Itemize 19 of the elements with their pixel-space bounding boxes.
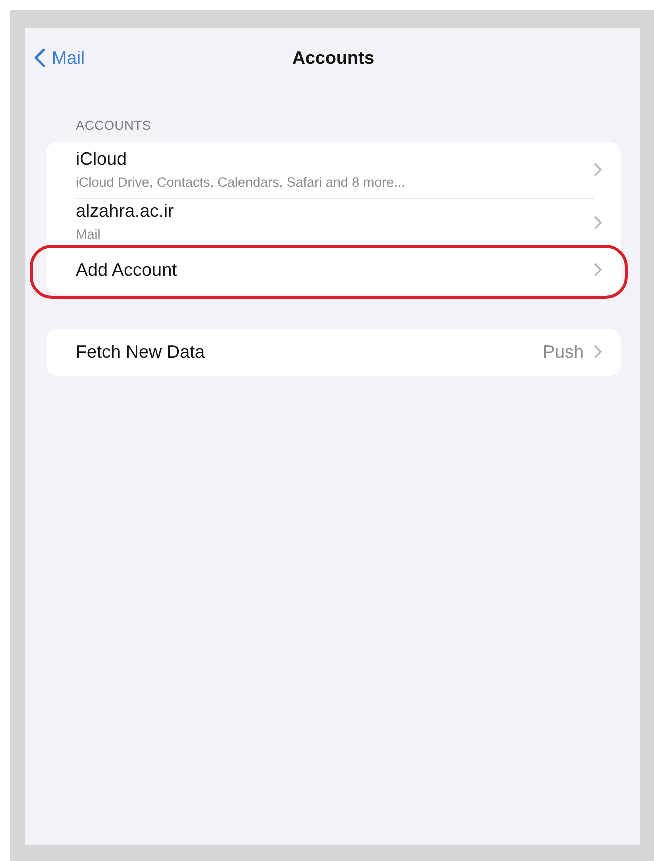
row-title: Fetch New Data <box>76 340 206 364</box>
settings-row[interactable]: Fetch New Data Push <box>46 328 621 376</box>
screen-title: Accounts <box>292 48 374 68</box>
chevron-left-icon <box>34 48 46 68</box>
row-title: Add Account <box>76 258 178 282</box>
row-title: iCloud <box>76 148 128 171</box>
row-subtitle: Mail <box>76 226 102 244</box>
chevron-right-icon <box>594 163 603 177</box>
chevron-right-icon <box>594 216 603 230</box>
settings-row[interactable]: alzahra.ac.ir Mail <box>46 198 621 246</box>
settings-row[interactable]: iCloud iCloud Drive, Contacts, Calendars, Safari and 8 more... <box>46 142 621 198</box>
back-button[interactable]: Mail <box>34 44 86 72</box>
chevron-right-icon <box>594 345 603 359</box>
chevron-right-icon <box>594 263 603 277</box>
row-subtitle: iCloud Drive, Contacts, Calendars, Safari and 8 more... <box>76 174 406 192</box>
row-title: alzahra.ac.ir <box>76 200 176 224</box>
section-header: ACCOUNTS <box>75 117 152 135</box>
settings-row[interactable]: Add Account <box>46 246 621 294</box>
row-value: Push <box>542 340 584 364</box>
